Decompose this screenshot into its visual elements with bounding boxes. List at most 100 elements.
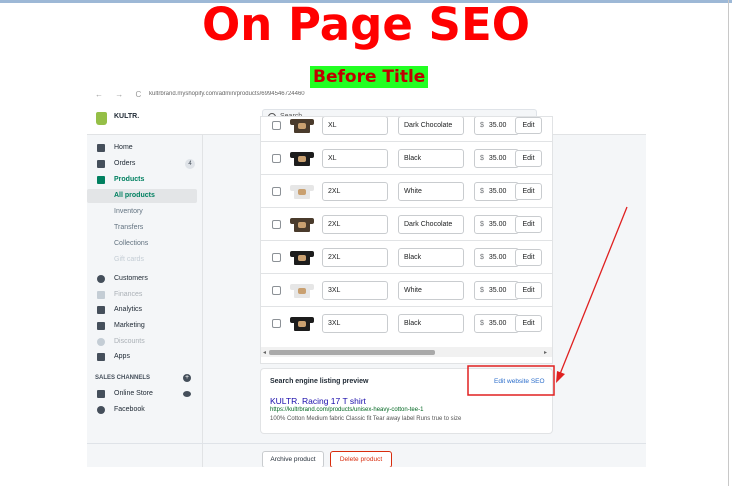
variant-price-field[interactable]: $35.00 [474,117,519,135]
variant-thumbnail [290,214,314,235]
browser-url[interactable]: kultrbrand.myshopify.com/admin/products/… [149,91,305,98]
sidebar-item-transfers[interactable]: Transfers [87,221,197,235]
variant-price-field[interactable]: $35.00 [474,149,519,168]
sales-channels-heading: SALES CHANNELS [95,375,151,381]
horizontal-scrollbar[interactable]: ◂ ▸ [261,347,552,357]
sidebar-item-discounts[interactable]: Discounts [87,335,197,349]
variant-checkbox[interactable] [272,154,281,163]
sidebar-item-orders[interactable]: Orders 4 [87,157,197,171]
variant-color-field[interactable]: White [398,281,464,300]
delete-product-button[interactable]: Delete product [330,451,392,467]
seo-preview-heading: Search engine listing preview [270,378,369,385]
store-brand[interactable]: KULTR. [114,113,139,120]
sidebar: Home Orders 4 Products All products Inve… [87,135,203,467]
sidebar-item-marketing[interactable]: Marketing [87,319,197,333]
variant-color-field[interactable]: Dark Chocolate [398,215,464,234]
sidebar-item-label: Collections [114,240,149,247]
eye-icon[interactable] [183,391,191,397]
add-channel-icon[interactable]: + [183,374,191,382]
variant-price-field[interactable]: $35.00 [474,215,519,234]
sidebar-item-facebook[interactable]: Facebook [87,403,197,417]
variant-edit-button[interactable]: Edit [515,117,542,134]
person-icon [97,275,105,283]
browser-url-bar: ← → C kultrbrand.myshopify.com/admin/pro… [87,91,646,101]
variant-size-field[interactable]: 2XL [322,215,388,234]
table-row: 2XL Black $35.00 Edit [261,240,552,273]
variant-checkbox[interactable] [272,220,281,229]
currency-symbol: $ [480,122,484,129]
orders-count-badge: 4 [185,159,195,169]
currency-symbol: $ [480,287,484,294]
variant-price-field[interactable]: $35.00 [474,248,519,267]
variant-checkbox[interactable] [272,319,281,328]
facebook-icon [97,406,105,414]
apps-icon [97,353,105,361]
sidebar-item-apps[interactable]: Apps [87,350,197,364]
sidebar-item-inventory[interactable]: Inventory [87,205,197,219]
sidebar-item-analytics[interactable]: Analytics [87,303,197,317]
sidebar-item-label: All products [114,192,155,199]
variant-edit-button[interactable]: Edit [515,315,542,332]
table-row: 3XL White $35.00 Edit [261,273,552,306]
variants-card: XL Dark Chocolate $35.00 Edit XL Black $… [261,117,552,363]
variant-thumbnail [290,117,314,136]
seo-title: KULTR. Racing 17 T shirt [270,396,366,406]
variant-price-field[interactable]: $35.00 [474,314,519,333]
variant-thumbnail [290,148,314,169]
variant-checkbox[interactable] [272,121,281,130]
variant-thumbnail [290,247,314,268]
variant-price: 35.00 [488,320,507,327]
sidebar-item-all-products[interactable]: All products [87,189,197,203]
variant-checkbox[interactable] [272,286,281,295]
variant-edit-button[interactable]: Edit [515,150,542,167]
variant-edit-button[interactable]: Edit [515,249,542,266]
variant-edit-button[interactable]: Edit [515,183,542,200]
variant-color-field[interactable]: Black [398,248,464,267]
variant-size-field[interactable]: 3XL [322,314,388,333]
currency-symbol: $ [480,221,484,228]
variant-price: 35.00 [488,287,507,294]
sidebar-item-customers[interactable]: Customers [87,272,197,286]
variant-color-field[interactable]: Black [398,149,464,168]
footer-divider [87,443,646,444]
store-icon [97,390,105,398]
variant-size-field[interactable]: 2XL [322,248,388,267]
variant-color-field[interactable]: Dark Chocolate [398,117,464,135]
variant-price-field[interactable]: $35.00 [474,182,519,201]
bar-chart-icon [97,306,105,314]
table-row: 2XL Dark Chocolate $35.00 Edit [261,207,552,240]
variant-edit-button[interactable]: Edit [515,282,542,299]
sidebar-item-label: Facebook [114,406,145,413]
before-title-badge: Before Title [310,66,429,88]
variant-color-field[interactable]: White [398,182,464,201]
edit-website-seo-link[interactable]: Edit website SEO [494,378,545,385]
home-icon [97,144,105,152]
sidebar-item-online-store[interactable]: Online Store [87,387,197,401]
archive-product-button[interactable]: Archive product [262,451,324,467]
sidebar-item-label: Gift cards [114,256,144,263]
finances-icon [97,291,105,299]
variant-price: 35.00 [488,155,507,162]
table-row: XL Black $35.00 Edit [261,141,552,174]
scroll-left-icon[interactable]: ◂ [263,349,266,356]
currency-symbol: $ [480,155,484,162]
variant-size-field[interactable]: 2XL [322,182,388,201]
sidebar-item-gift-cards[interactable]: Gift cards [87,253,197,267]
sidebar-item-products[interactable]: Products [87,173,197,187]
sidebar-item-label: Transfers [114,224,144,231]
variant-checkbox[interactable] [272,187,281,196]
table-row: 3XL Black $35.00 Edit [261,306,552,339]
variant-price-field[interactable]: $35.00 [474,281,519,300]
browser-nav-icons[interactable]: ← → C [95,91,146,99]
scroll-right-icon[interactable]: ▸ [544,349,547,356]
variant-size-field[interactable]: 3XL [322,281,388,300]
variant-color-field[interactable]: Black [398,314,464,333]
sidebar-item-home[interactable]: Home [87,141,197,155]
sidebar-item-collections[interactable]: Collections [87,237,197,251]
variant-edit-button[interactable]: Edit [515,216,542,233]
scrollbar-thumb[interactable] [269,350,435,355]
variant-size-field[interactable]: XL [322,149,388,168]
variant-checkbox[interactable] [272,253,281,262]
variant-size-field[interactable]: XL [322,117,388,135]
sidebar-item-finances[interactable]: Finances [87,288,197,302]
